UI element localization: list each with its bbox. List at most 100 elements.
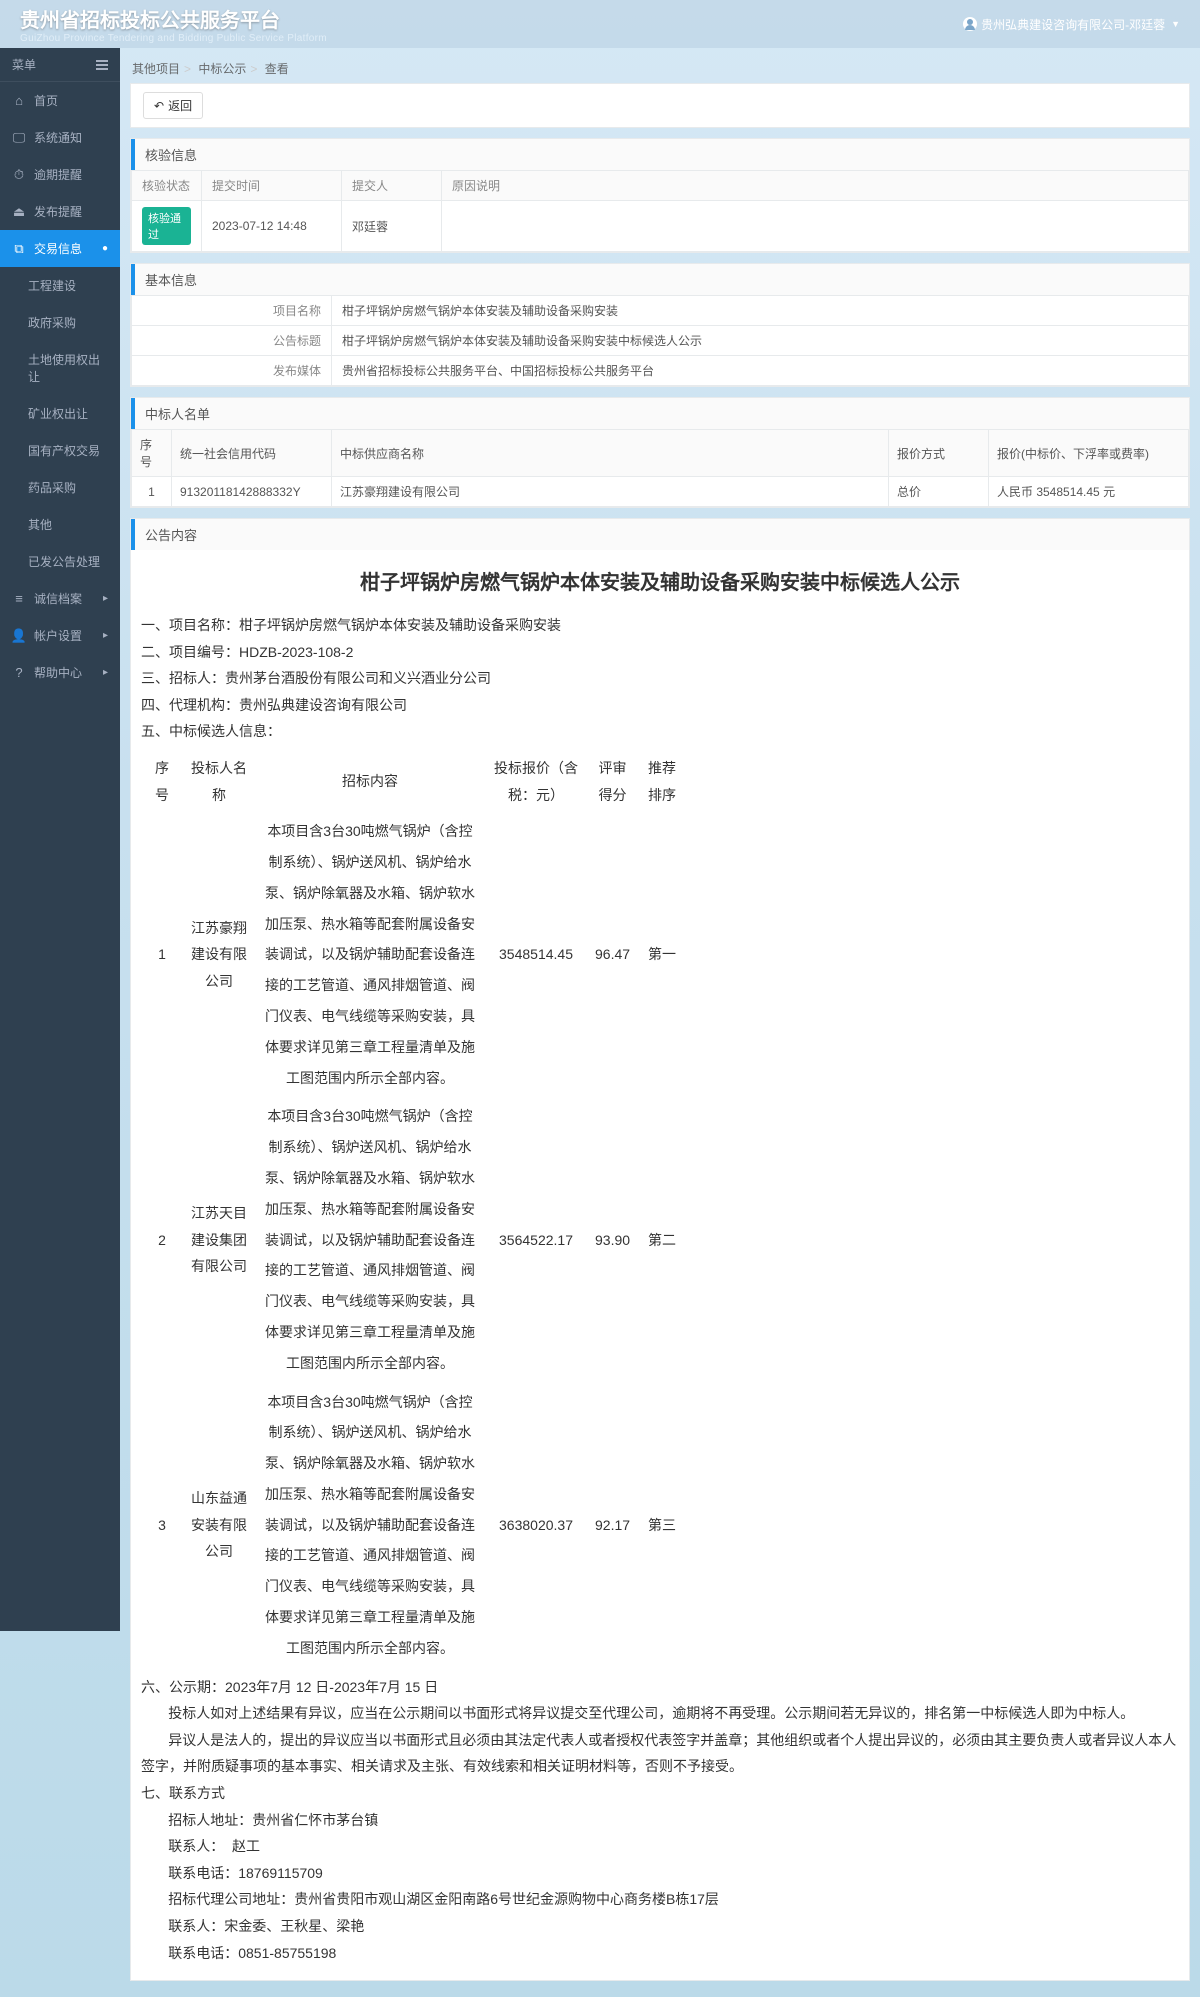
doc-l3: 三、招标人：贵州茅台酒股份有限公司和义兴酒业分公司 xyxy=(141,665,1179,692)
doc-c6: 联系电话：0851-85755198 xyxy=(141,1940,1179,1967)
cell: 第一 xyxy=(638,812,686,1097)
menu-icon: ⌂ xyxy=(12,94,26,108)
submenu-item-3[interactable]: 矿业权出让 xyxy=(0,395,120,432)
cell: 江苏天目建设集团有限公司 xyxy=(183,1097,255,1382)
content-title: 公告内容 xyxy=(131,519,1189,550)
bidder-col: 统一社会信用代码 xyxy=(172,430,332,477)
menu-icon: 🖵 xyxy=(12,131,26,145)
submenu-item-2[interactable]: 土地使用权出让 xyxy=(0,341,120,395)
basic-media: 贵州省招标投标公共服务平台、中国招标投标公共服务平台 xyxy=(332,356,1189,386)
menu-icon: ⏱ xyxy=(12,168,26,182)
cand-col: 推荐排序 xyxy=(638,751,686,812)
table-row: 3山东益通安装有限公司本项目含3台30吨燃气锅炉（含控制系统）、锅炉送风机、锅炉… xyxy=(141,1383,686,1668)
caret-down-icon: ▼ xyxy=(1171,19,1180,29)
bidders-table: 序号统一社会信用代码中标供应商名称报价方式报价(中标价、下浮率或费率) 1913… xyxy=(131,429,1189,507)
cand-col: 投标报价（含税：元） xyxy=(485,751,587,812)
back-arrow-icon: ↶ xyxy=(154,99,164,113)
app-title: 贵州省招标投标公共服务平台 xyxy=(20,4,327,33)
bidder-col: 报价方式 xyxy=(889,430,989,477)
doc-l6: 六、公示期：2023年7月 12 日-2023年7月 15 日 xyxy=(141,1674,1179,1701)
sidebar-item-6[interactable]: 👤帐户设置▸ xyxy=(0,617,120,654)
verify-submitter: 邓廷蓉 xyxy=(342,201,442,252)
back-label: 返回 xyxy=(168,97,192,114)
cell: 96.47 xyxy=(587,812,638,1097)
cell: 人民币 3548514.45 元 xyxy=(989,477,1189,507)
bidders-panel: 中标人名单 序号统一社会信用代码中标供应商名称报价方式报价(中标价、下浮率或费率… xyxy=(130,397,1190,508)
menu-icon: ⏏ xyxy=(12,205,26,219)
chevron-icon: ▸ xyxy=(103,630,108,641)
user-menu[interactable]: 贵州弘典建设咨询有限公司-邓廷蓉 ▼ xyxy=(963,16,1180,33)
doc-c3: 联系电话：18769115709 xyxy=(141,1860,1179,1887)
cell: 91320118142888332Y xyxy=(172,477,332,507)
cand-col: 评审得分 xyxy=(587,751,638,812)
menu-label: 首页 xyxy=(34,92,58,109)
cell: 3638020.37 xyxy=(485,1383,587,1668)
status-badge: 核验通过 xyxy=(142,207,191,245)
crumb-a[interactable]: 其他项目 xyxy=(132,62,180,76)
submenu-item-7[interactable]: 已发公告处理 xyxy=(0,543,120,580)
menu-icon: ⧉ xyxy=(12,242,26,256)
table-row: 2江苏天目建设集团有限公司本项目含3台30吨燃气锅炉（含控制系统）、锅炉送风机、… xyxy=(141,1097,686,1382)
verify-col-status: 核验状态 xyxy=(132,171,202,201)
verify-col-reason: 原因说明 xyxy=(442,171,1189,201)
chevron-icon: ▸ xyxy=(103,593,108,604)
menu-toggle-icon[interactable] xyxy=(96,60,108,70)
crumb-c[interactable]: 查看 xyxy=(265,62,289,76)
cell: 本项目含3台30吨燃气锅炉（含控制系统）、锅炉送风机、锅炉给水泵、锅炉除氧器及水… xyxy=(255,1097,485,1382)
cell: 1 xyxy=(141,812,183,1097)
breadcrumb: 其他项目> 中标公示> 查看 xyxy=(130,54,1190,83)
verify-panel: 核验信息 核验状态 提交时间 提交人 原因说明 核验通过 2023-07-12 … xyxy=(130,138,1190,253)
cell: 本项目含3台30吨燃气锅炉（含控制系统）、锅炉送风机、锅炉给水泵、锅炉除氧器及水… xyxy=(255,812,485,1097)
doc-l2: 二、项目编号：HDZB-2023-108-2 xyxy=(141,639,1179,666)
verify-col-submitter: 提交人 xyxy=(342,171,442,201)
cell: 山东益通安装有限公司 xyxy=(183,1383,255,1668)
cand-col: 序号 xyxy=(141,751,183,812)
sidebar-item-0[interactable]: ⌂ 首页 xyxy=(0,82,120,119)
submenu-item-0[interactable]: 工程建设 xyxy=(0,267,120,304)
back-button[interactable]: ↶ 返回 xyxy=(143,92,203,119)
menu-label: 逾期提醒 xyxy=(34,166,82,183)
basic-title-label: 公告标题 xyxy=(132,326,332,356)
sidebar-item-7[interactable]: ?帮助中心▸ xyxy=(0,654,120,691)
cand-col: 招标内容 xyxy=(255,751,485,812)
sidebar-item-5[interactable]: ≡诚信档案▸ xyxy=(0,580,120,617)
crumb-b[interactable]: 中标公示 xyxy=(198,62,246,76)
back-panel: ↶ 返回 xyxy=(130,83,1190,128)
sidebar-item-2[interactable]: ⏱ 逾期提醒 xyxy=(0,156,120,193)
sidebar-item-3[interactable]: ⏏发布提醒 xyxy=(0,193,120,230)
doc-l1: 一、项目名称：柑子坪锅炉房燃气锅炉本体安装及辅助设备采购安装 xyxy=(141,612,1179,639)
submenu-item-6[interactable]: 其他 xyxy=(0,506,120,543)
menu-icon: ? xyxy=(12,666,26,680)
chevron-icon: ▸ xyxy=(103,667,108,678)
basic-title: 基本信息 xyxy=(131,264,1189,295)
submenu-item-1[interactable]: 政府采购 xyxy=(0,304,120,341)
cell: 92.17 xyxy=(587,1383,638,1668)
submenu-item-4[interactable]: 国有产权交易 xyxy=(0,432,120,469)
basic-panel: 基本信息 项目名称柑子坪锅炉房燃气锅炉本体安装及辅助设备采购安装 公告标题柑子坪… xyxy=(130,263,1190,387)
verify-status-cell: 核验通过 xyxy=(132,201,202,252)
verify-title: 核验信息 xyxy=(131,139,1189,170)
doc-p2: 异议人是法人的，提出的异议应当以书面形式且必须由其法定代表人或者授权代表签字并盖… xyxy=(141,1727,1179,1780)
cell: 总价 xyxy=(889,477,989,507)
verify-time: 2023-07-12 14:48 xyxy=(202,201,342,252)
submenu-item-5[interactable]: 药品采购 xyxy=(0,469,120,506)
menu-icon: 👤 xyxy=(12,629,26,643)
content-panel: 公告内容 柑子坪锅炉房燃气锅炉本体安装及辅助设备采购安装中标候选人公示 一、项目… xyxy=(130,518,1190,1981)
cell: 2 xyxy=(141,1097,183,1382)
sidebar-item-4[interactable]: ⧉交易信息● xyxy=(0,230,120,267)
bidders-title: 中标人名单 xyxy=(131,398,1189,429)
basic-name-label: 项目名称 xyxy=(132,296,332,326)
sidebar-item-1[interactable]: 🖵系统通知 xyxy=(0,119,120,156)
cell: 3 xyxy=(141,1383,183,1668)
cand-col: 投标人名称 xyxy=(183,751,255,812)
cell: 3564522.17 xyxy=(485,1097,587,1382)
app-subtitle: GuiZhou Province Tendering and Bidding P… xyxy=(20,33,327,44)
cell: 江苏豪翔建设有限公司 xyxy=(183,812,255,1097)
main-content: 其他项目> 中标公示> 查看 ↶ 返回 核验信息 核验状态 提交时间 提交人 原… xyxy=(120,48,1200,1997)
bidder-col: 序号 xyxy=(132,430,172,477)
doc-c2: 联系人： 赵工 xyxy=(141,1833,1179,1860)
bidder-col: 中标供应商名称 xyxy=(332,430,889,477)
verify-table: 核验状态 提交时间 提交人 原因说明 核验通过 2023-07-12 14:48… xyxy=(131,170,1189,252)
menu-header: 菜单 xyxy=(0,48,120,82)
user-name: 贵州弘典建设咨询有限公司-邓廷蓉 xyxy=(981,16,1165,33)
